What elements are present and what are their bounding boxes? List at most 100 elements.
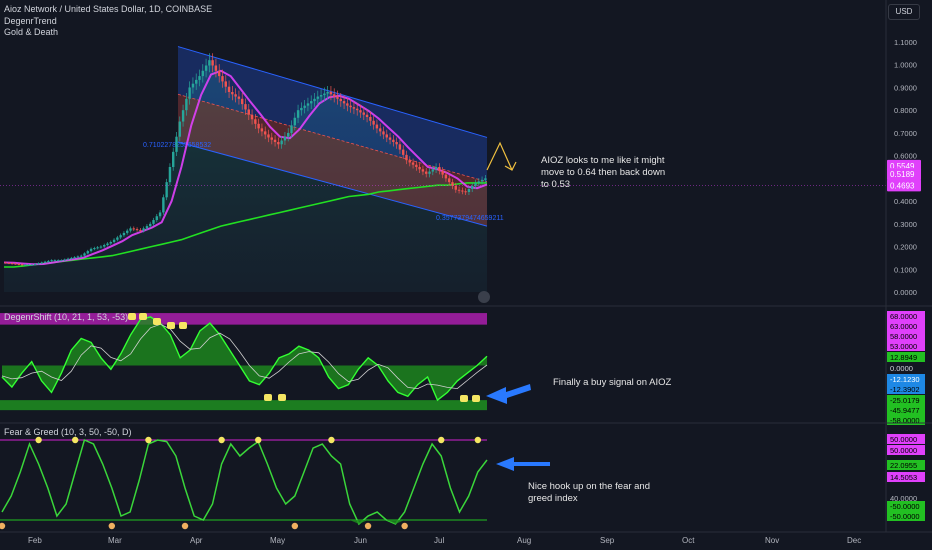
fear-axis-label: -50.0000	[890, 502, 920, 511]
candle-body	[218, 70, 221, 77]
y-tick-label: 0.6000	[894, 152, 917, 161]
shift-arrow	[486, 384, 531, 404]
shift-axis-label: 0.0000	[890, 364, 913, 373]
candle-body	[142, 228, 145, 231]
candle-body	[34, 263, 37, 265]
candle-body	[27, 264, 30, 266]
candle-body	[66, 258, 70, 260]
candle-body	[313, 98, 316, 102]
indicator-degenrtrend[interactable]: DegenrTrend	[4, 16, 57, 27]
candle-body	[352, 107, 356, 109]
x-tick-label: Dec	[847, 536, 861, 545]
candle-body	[4, 262, 7, 264]
candle-body	[106, 243, 109, 246]
candle-body	[329, 92, 333, 95]
y-tick-label: 0.1000	[894, 265, 917, 274]
fear-marker	[401, 522, 408, 530]
candle-body	[346, 103, 349, 106]
fear-axis-label: -50.0000	[890, 512, 920, 521]
candle-body	[264, 131, 267, 135]
candle-body	[195, 79, 198, 84]
candle-body	[204, 65, 208, 71]
candle-body	[50, 260, 53, 262]
chart-title: Aioz Network / United States Dollar, 1D,…	[4, 4, 213, 14]
signal-marker	[167, 322, 175, 329]
candle-body	[441, 170, 444, 175]
fear-pane-title: Fear & Greed (10, 3, 50, -50, D)	[4, 427, 132, 437]
candle-body	[24, 264, 27, 266]
candle-body	[178, 121, 181, 137]
candle-body	[122, 232, 126, 236]
fear-greed-pane: 50.000050.000022.095514.505340.0000-50.0…	[0, 434, 925, 530]
candle-body	[254, 119, 257, 124]
candle-body	[310, 101, 313, 104]
x-tick-label: Mar	[108, 536, 122, 545]
candle-body	[99, 246, 103, 248]
candle-body	[369, 117, 372, 121]
candle-body	[273, 139, 277, 142]
shift-axis-label: -58.0000	[890, 416, 920, 425]
shift-axis-label: 58.0000	[890, 332, 917, 341]
candle-body	[408, 160, 411, 163]
candle-body	[267, 134, 270, 138]
candle-body	[103, 245, 106, 247]
candle-body	[47, 260, 50, 262]
fear-marker	[291, 522, 299, 530]
candle-body	[237, 96, 241, 99]
candle-body	[480, 179, 484, 182]
fear-area	[2, 520, 487, 524]
y-tick-label: 0.8000	[894, 106, 917, 115]
signal-marker	[128, 313, 136, 320]
candle-body	[201, 70, 204, 77]
x-tick-label: Oct	[682, 536, 695, 545]
y-tick-label: 0.3000	[894, 220, 917, 229]
fear-axis-label: 50.0000	[890, 435, 917, 444]
fear-marker	[438, 436, 445, 444]
candle-body	[359, 110, 362, 113]
candle-body	[461, 190, 464, 192]
candle-body	[165, 182, 168, 198]
candle-body	[126, 230, 129, 233]
candle-body	[11, 263, 14, 265]
candle-body	[60, 260, 63, 262]
candle-body	[221, 76, 224, 82]
x-tick-label: May	[270, 536, 285, 545]
candle-body	[109, 242, 112, 244]
oversold-band	[0, 400, 487, 411]
candle-body	[388, 137, 392, 140]
candle-body	[139, 229, 142, 231]
candle-body	[83, 253, 86, 256]
candle-body	[434, 167, 438, 170]
candle-body	[484, 178, 487, 180]
indicator-gold-death[interactable]: Gold & Death	[4, 27, 58, 38]
candle-body	[306, 103, 310, 106]
candle-body	[247, 109, 250, 115]
shift-axis-label: -12.1230	[890, 375, 920, 384]
y-tick-label: 1.1000	[894, 38, 917, 47]
candle-body	[444, 174, 448, 179]
candle-body	[365, 114, 369, 117]
fear-marker	[0, 522, 6, 530]
candle-body	[448, 178, 451, 183]
shift-axis-label: -12.3902	[890, 385, 920, 394]
candle-body	[40, 262, 43, 264]
candle-body	[402, 149, 405, 155]
shift-axis-label: -45.9477	[890, 406, 920, 415]
candle-body	[287, 132, 290, 137]
shift-axis-label: 68.0000	[890, 312, 917, 321]
candle-body	[224, 81, 227, 87]
candle-body	[37, 263, 40, 265]
x-tick-label: Feb	[28, 536, 42, 545]
candle-body	[112, 239, 116, 242]
currency-selector[interactable]: USD	[888, 4, 920, 20]
candle-body	[349, 105, 352, 108]
y-tick-label: 0.4000	[894, 197, 917, 206]
candle-body	[96, 247, 99, 249]
signal-marker	[278, 394, 286, 401]
x-tick-label: Apr	[190, 536, 203, 545]
candle-body	[336, 96, 339, 99]
x-tick-label: Sep	[600, 536, 615, 545]
channel-label-lower: 0.3577379474659211	[436, 215, 504, 222]
candle-body	[415, 164, 418, 167]
shift-pane-title: DegenrShift (10, 21, 1, 53, -53)	[4, 312, 129, 322]
